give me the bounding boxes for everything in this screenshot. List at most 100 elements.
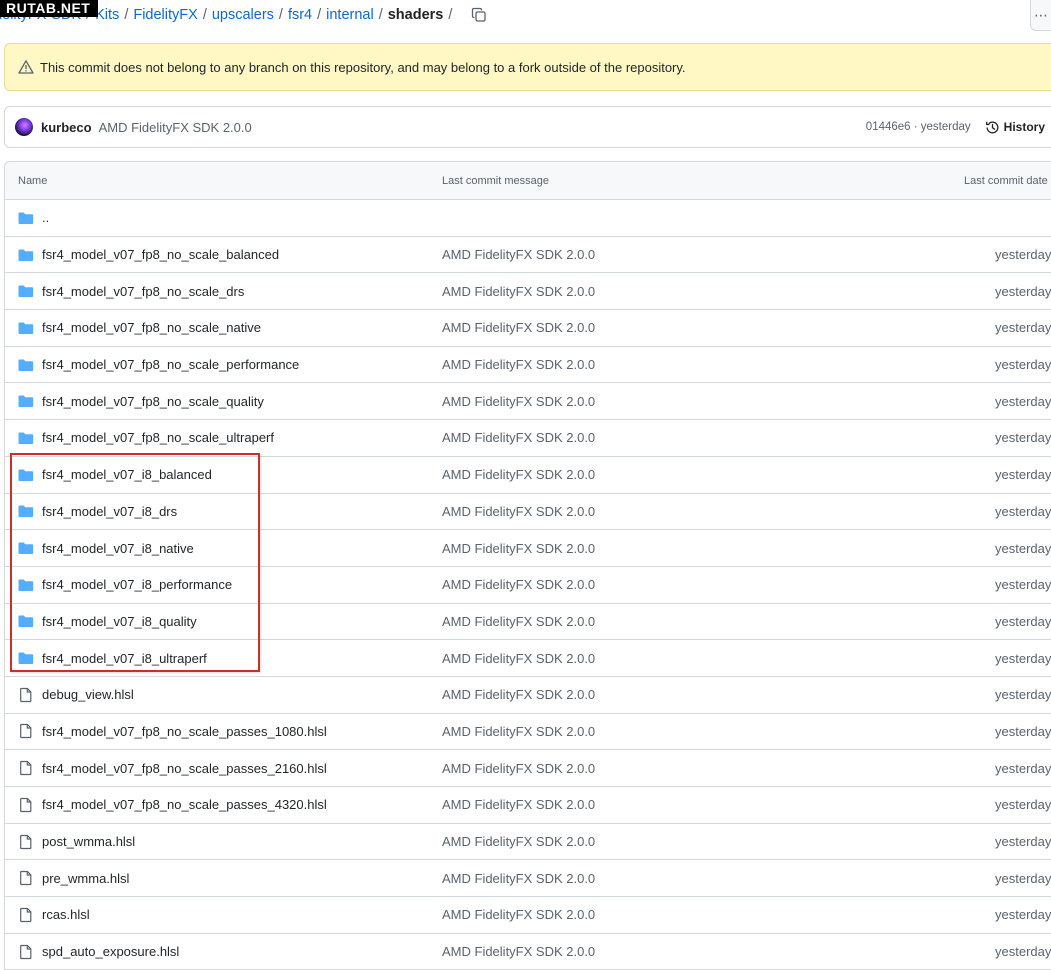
table-row[interactable]: fsr4_model_v07_fp8_no_scale_quality AMD F… (5, 383, 1051, 421)
table-header: Name Last commit message Last commit dat… (5, 162, 1051, 200)
file-link[interactable]: fsr4_model_v07_fp8_no_scale_passes_1080.… (42, 724, 327, 739)
folder-link[interactable]: fsr4_model_v07_i8_drs (42, 504, 177, 519)
folder-link[interactable]: fsr4_model_v07_fp8_no_scale_ultraperf (42, 430, 274, 445)
commit-date: yesterday (995, 834, 1051, 850)
file-link[interactable]: debug_view.hlsl (42, 687, 134, 702)
file-icon (18, 687, 34, 703)
breadcrumb-separator: / (448, 7, 453, 23)
folder-link[interactable]: fsr4_model_v07_fp8_no_scale_balanced (42, 247, 279, 262)
breadcrumb-item-internal[interactable]: internal (326, 7, 374, 23)
table-row[interactable]: fsr4_model_v07_i8_native AMD FidelityFX S… (5, 530, 1051, 567)
commit-message-link[interactable]: AMD FidelityFX SDK 2.0.0 (442, 541, 595, 556)
commit-date: yesterday (995, 760, 1051, 776)
commit-message-link[interactable]: AMD FidelityFX SDK 2.0.0 (442, 430, 595, 445)
breadcrumb-separator: / (202, 7, 207, 23)
table-row[interactable]: fsr4_model_v07_i8_performance AMD Fidelit… (5, 567, 1051, 604)
table-row[interactable]: fsr4_model_v07_i8_ultraperf AMD FidelityF… (5, 640, 1051, 677)
copy-path-icon[interactable] (471, 7, 487, 23)
file-link[interactable]: post_wmma.hlsl (42, 834, 135, 849)
folder-icon (18, 613, 34, 629)
folder-icon (18, 320, 34, 336)
folder-link[interactable]: fsr4_model_v07_fp8_no_scale_native (42, 320, 261, 335)
commit-hash-link[interactable]: 01446e6 · yesterday (866, 121, 971, 133)
commit-message-link[interactable]: AMD FidelityFX SDK 2.0.0 (442, 944, 595, 959)
file-link[interactable]: rcas.hlsl (42, 907, 90, 922)
table-row[interactable]: fsr4_model_v07_fp8_no_scale_performance A… (5, 347, 1051, 384)
table-row[interactable]: fsr4_model_v07_i8_quality AMD FidelityFX … (5, 604, 1051, 641)
breadcrumb-separator: / (278, 7, 283, 23)
commit-author-link[interactable]: kurbeco (41, 120, 92, 135)
table-row[interactable]: pre_wmma.hlsl AMD FidelityFX SDK 2.0.0 yes… (5, 860, 1051, 898)
commit-message-link[interactable]: AMD FidelityFX SDK 2.0.0 (442, 724, 595, 739)
table-row[interactable]: rcas.hlsl AMD FidelityFX SDK 2.0.0 yesterd… (5, 897, 1051, 934)
more-options-button[interactable]: ⋯ (1030, 0, 1051, 31)
folder-link[interactable]: fsr4_model_v07_i8_performance (42, 577, 232, 592)
file-icon (18, 797, 34, 813)
commit-date: yesterday (995, 870, 1051, 886)
breadcrumb-item-fidelityfx[interactable]: FidelityFX (133, 7, 197, 23)
folder-link[interactable]: fsr4_model_v07_fp8_no_scale_performance (42, 357, 299, 372)
watermark-label: RUTAB.NET (0, 0, 99, 17)
folder-icon (18, 283, 34, 299)
commit-message-link[interactable]: AMD FidelityFX SDK 2.0.0 (442, 687, 595, 702)
commit-date: yesterday (995, 650, 1051, 666)
folder-link[interactable]: fsr4_model_v07_fp8_no_scale_quality (42, 394, 264, 409)
folder-icon (18, 650, 34, 666)
table-row[interactable]: fsr4_model_v07_i8_balanced AMD FidelityFX… (5, 457, 1051, 494)
commit-message-link[interactable]: AMD FidelityFX SDK 2.0.0 (442, 651, 595, 666)
table-row[interactable]: post_wmma.hlsl AMD FidelityFX SDK 2.0.0 ye… (5, 824, 1051, 861)
breadcrumb-item-fsr4[interactable]: fsr4 (288, 7, 312, 23)
commit-date: yesterday (995, 944, 1051, 960)
commit-message-link[interactable]: AMD FidelityFX SDK 2.0.0 (442, 357, 595, 372)
folder-link[interactable]: fsr4_model_v07_i8_ultraperf (42, 651, 207, 666)
file-link[interactable]: fsr4_model_v07_fp8_no_scale_passes_2160.… (42, 761, 327, 776)
column-header-name: Name (18, 174, 48, 187)
breadcrumb-item-upscalers[interactable]: upscalers (212, 7, 274, 23)
table-row[interactable]: fsr4_model_v07_i8_drs AMD FidelityFX SDK … (5, 494, 1051, 531)
parent-directory-row[interactable]: .. (5, 200, 1051, 237)
table-row[interactable]: fsr4_model_v07_fp8_no_scale_balanced AMD … (5, 237, 1051, 274)
table-row[interactable]: fsr4_model_v07_fp8_no_scale_native AMD Fi… (5, 310, 1051, 347)
folder-link[interactable]: fsr4_model_v07_i8_native (42, 541, 194, 556)
folder-link[interactable]: fsr4_model_v07_fp8_no_scale_drs (42, 284, 244, 299)
file-link[interactable]: fsr4_model_v07_fp8_no_scale_passes_4320.… (42, 797, 327, 812)
history-icon (985, 120, 999, 133)
commit-message-link[interactable]: AMD FidelityFX SDK 2.0.0 (442, 467, 595, 482)
table-row[interactable]: fsr4_model_v07_fp8_no_scale_drs AMD Fidel… (5, 273, 1051, 311)
history-button[interactable]: History (985, 120, 1045, 135)
file-link[interactable]: pre_wmma.hlsl (42, 871, 129, 886)
table-row[interactable]: fsr4_model_v07_fp8_no_scale_ultraperf AMD… (5, 420, 1051, 457)
commit-message-link[interactable]: AMD FidelityFX SDK 2.0.0 (99, 120, 252, 135)
commit-message-link[interactable]: AMD FidelityFX SDK 2.0.0 (442, 797, 595, 812)
commit-message-link[interactable]: AMD FidelityFX SDK 2.0.0 (442, 834, 595, 849)
commit-message-link[interactable]: AMD FidelityFX SDK 2.0.0 (442, 284, 595, 299)
folder-icon (18, 210, 34, 226)
commit-message-link[interactable]: AMD FidelityFX SDK 2.0.0 (442, 871, 595, 886)
folder-link[interactable]: fsr4_model_v07_i8_quality (42, 614, 197, 629)
table-row[interactable]: fsr4_model_v07_fp8_no_scale_passes_1080.… (5, 714, 1051, 751)
commit-message-link[interactable]: AMD FidelityFX SDK 2.0.0 (442, 394, 595, 409)
commit-date: yesterday (995, 393, 1051, 409)
parent-directory-link[interactable]: .. (42, 210, 49, 225)
table-row[interactable]: debug_view.hlsl AMD FidelityFX SDK 2.0.0 y… (5, 677, 1051, 714)
commit-message-link[interactable]: AMD FidelityFX SDK 2.0.0 (442, 247, 595, 262)
file-table: Name Last commit message Last commit dat… (4, 161, 1051, 970)
commit-message-link[interactable]: AMD FidelityFX SDK 2.0.0 (442, 614, 595, 629)
kebab-icon: ⋯ (1034, 6, 1048, 23)
commit-message-link[interactable]: AMD FidelityFX SDK 2.0.0 (442, 320, 595, 335)
commit-message-link[interactable]: AMD FidelityFX SDK 2.0.0 (442, 907, 595, 922)
breadcrumb-item-kits[interactable]: Kits (95, 7, 119, 23)
file-icon (18, 834, 34, 850)
file-icon (18, 760, 34, 776)
table-row[interactable]: fsr4_model_v07_fp8_no_scale_passes_4320.… (5, 787, 1051, 824)
commit-message-link[interactable]: AMD FidelityFX SDK 2.0.0 (442, 504, 595, 519)
folder-link[interactable]: fsr4_model_v07_i8_balanced (42, 467, 212, 482)
latest-commit-bar: kurbeco AMD FidelityFX SDK 2.0.0 01446e6… (4, 106, 1051, 148)
table-row[interactable]: spd_auto_exposure.hlsl AMD FidelityFX SDK… (5, 934, 1051, 970)
commit-date: yesterday (995, 540, 1051, 556)
avatar[interactable] (15, 118, 33, 136)
commit-message-link[interactable]: AMD FidelityFX SDK 2.0.0 (442, 761, 595, 776)
commit-message-link[interactable]: AMD FidelityFX SDK 2.0.0 (442, 577, 595, 592)
file-link[interactable]: spd_auto_exposure.hlsl (42, 944, 179, 959)
table-row[interactable]: fsr4_model_v07_fp8_no_scale_passes_2160.… (5, 750, 1051, 787)
